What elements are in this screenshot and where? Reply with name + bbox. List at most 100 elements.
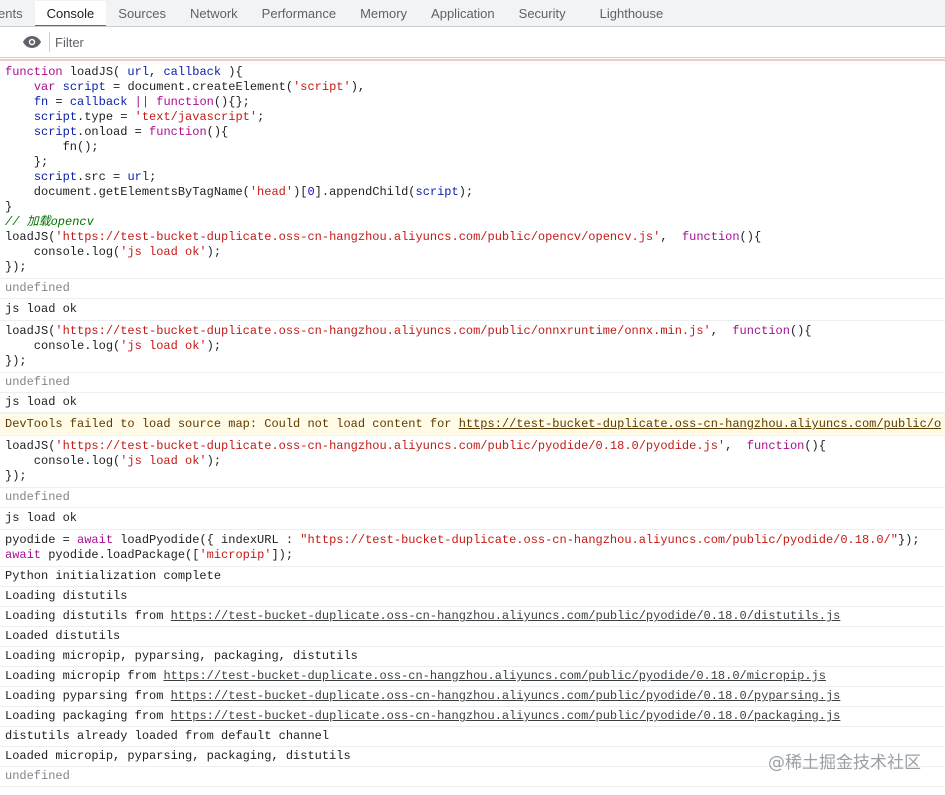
code-token: fn: [33, 95, 49, 109]
code-token: 'https://test-bucket-duplicate.oss-cn-ha…: [55, 439, 726, 453]
console-result-2: undefined: [0, 373, 945, 393]
tab-elements[interactable]: ents: [0, 1, 35, 26]
code-token: 'js load ok': [120, 339, 207, 353]
code-token: ]);: [271, 548, 294, 562]
eye-icon[interactable]: [22, 32, 42, 52]
code-token: await: [77, 533, 114, 547]
log-text: Loading distutils from: [5, 609, 171, 623]
log-text: Python initialization complete: [5, 569, 222, 583]
log-text: Loading micropip, pyparsing, packaging, …: [5, 649, 358, 663]
code-token: ,: [149, 65, 164, 79]
console-log-row: Loaded distutils: [0, 627, 945, 647]
tab-application[interactable]: Application: [419, 1, 507, 26]
log-text: Loading pyparsing from: [5, 689, 171, 703]
code-token: 'js load ok': [120, 245, 207, 259]
code-token: function: [746, 439, 805, 453]
tab-network[interactable]: Network: [178, 1, 250, 26]
log-text: Loaded distutils: [5, 629, 121, 643]
tab-sources[interactable]: Sources: [106, 1, 178, 26]
log-link[interactable]: https://test-bucket-duplicate.oss-cn-han…: [171, 609, 841, 623]
log-link[interactable]: https://test-bucket-duplicate.oss-cn-han…: [171, 689, 841, 703]
tab-console[interactable]: Console: [34, 1, 107, 26]
code-token: .onload =: [77, 125, 150, 139]
code-token: 'js load ok': [120, 454, 207, 468]
console-input-3: loadJS('https://test-bucket-duplicate.os…: [0, 436, 945, 488]
code-token: });: [897, 533, 920, 547]
code-token: script: [62, 80, 106, 94]
code-token: loadJS(: [5, 439, 56, 453]
console-log-row: Loading micropip, pyparsing, packaging, …: [0, 647, 945, 667]
console-input-1: function loadJS( url, callback ){ var sc…: [0, 62, 945, 279]
code-token: callback: [69, 95, 128, 109]
code-token: .src =: [77, 170, 128, 184]
code-token: function: [681, 230, 740, 244]
log-text: Loading distutils: [5, 589, 128, 603]
code-token: function: [156, 95, 214, 109]
code-token: script: [33, 110, 78, 124]
log-text: Loading packaging from: [5, 709, 171, 723]
code-token: 0: [307, 185, 315, 199]
code-token: function: [5, 65, 63, 79]
code-token: loadJS(: [5, 230, 56, 244]
code-token: 'micropip': [199, 548, 272, 562]
code-token: loadJS(: [5, 324, 56, 338]
console-log-row: Loading micropip from https://test-bucke…: [0, 667, 945, 687]
toolbar-divider: [49, 32, 50, 52]
console-log-3: js load ok: [0, 508, 945, 530]
code-token: "https://test-bucket-duplicate.oss-cn-ha…: [300, 533, 898, 547]
code-token: = document.createElement(: [105, 80, 294, 94]
filter-input[interactable]: [53, 33, 657, 51]
console-log-2: js load ok: [0, 393, 945, 413]
code-token: url: [127, 170, 150, 184]
code-token: pyodide.loadPackage([: [41, 548, 200, 562]
code-token: callback: [163, 65, 222, 79]
console-input-4: pyodide = await loadPyodide({ indexURL :…: [0, 530, 945, 567]
code-token: loadPyodide({ indexURL :: [113, 533, 301, 547]
log-text: Loaded micropip, pyparsing, packaging, d…: [5, 749, 351, 763]
code-token: loadJS(: [62, 65, 128, 79]
code-token: ].appendChild(: [314, 185, 416, 199]
code-token: 'head': [249, 185, 294, 199]
console-messages: function loadJS( url, callback ){ var sc…: [0, 61, 945, 787]
warning-text: DevTools failed to load source map: Coul…: [5, 417, 459, 431]
tab-lighthouse[interactable]: Lighthouse: [588, 1, 676, 26]
code-token: script: [415, 185, 459, 199]
code-token: 'script': [293, 80, 351, 94]
code-token: ,: [725, 439, 747, 453]
log-text: Loading micropip from: [5, 669, 164, 683]
console-log-row: Python initialization complete: [0, 567, 945, 587]
code-token: ||: [134, 95, 150, 109]
console-warning-sourcemap: DevTools failed to load source map: Coul…: [0, 413, 945, 436]
code-token: pyodide =: [5, 533, 78, 547]
log-link[interactable]: https://test-bucket-duplicate.oss-cn-han…: [171, 709, 841, 723]
code-token: ,: [710, 324, 733, 338]
code-token: ,: [660, 230, 682, 244]
warning-link[interactable]: https://test-bucket-duplicate.oss-cn-han…: [459, 417, 941, 431]
devtools-tab-bar: ents Console Sources Network Performance…: [0, 0, 945, 27]
code-token: script: [33, 125, 78, 139]
code-token: 'https://test-bucket-duplicate.oss-cn-ha…: [55, 324, 711, 338]
console-log-row: Loading distutils from https://test-buck…: [0, 607, 945, 627]
tab-memory[interactable]: Memory: [348, 1, 419, 26]
log-text: distutils already loaded from default ch…: [5, 729, 330, 743]
code-token: await: [5, 548, 42, 562]
code-token: 'https://test-bucket-duplicate.oss-cn-ha…: [55, 230, 661, 244]
code-token: // 加载opencv: [5, 215, 94, 229]
code-token: url: [127, 65, 150, 79]
console-log-row: Loading distutils: [0, 587, 945, 607]
console-log-row: Loading pyparsing from https://test-buck…: [0, 687, 945, 707]
log-link[interactable]: https://test-bucket-duplicate.oss-cn-han…: [163, 669, 826, 683]
console-log-1: js load ok: [0, 299, 945, 321]
code-token: =: [48, 95, 70, 109]
console-log-list: Python initialization complete Loading di…: [0, 567, 945, 767]
console-result-1: undefined: [0, 279, 945, 299]
tab-security[interactable]: Security: [507, 1, 578, 26]
console-log-row: Loading packaging from https://test-buck…: [0, 707, 945, 727]
code-token: script: [33, 170, 78, 184]
tab-performance[interactable]: Performance: [250, 1, 348, 26]
console-result-3: undefined: [0, 488, 945, 508]
watermark: @稀土掘金技术社区: [768, 753, 921, 773]
code-token: .type =: [77, 110, 135, 124]
